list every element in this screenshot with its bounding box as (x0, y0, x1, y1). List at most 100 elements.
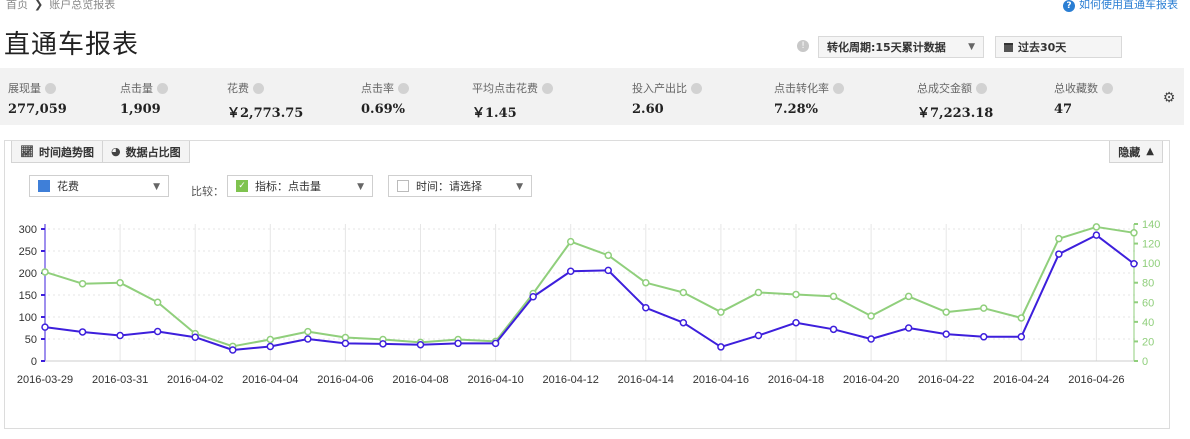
x-tick-label: 2016-04-16 (693, 374, 749, 386)
metric-label: 点击转化率 (774, 80, 909, 96)
conversion-period-select[interactable]: 转化周期:15天累计数据 ▼ (818, 36, 984, 58)
y-left-tick-label: 250 (19, 246, 37, 258)
help-icon[interactable] (833, 82, 844, 94)
x-tick-label: 2016-04-06 (317, 374, 373, 386)
data-point-clicks (717, 308, 725, 316)
metric-clicks[interactable]: 点击量 1,909 (112, 68, 219, 125)
help-icon[interactable] (976, 82, 987, 94)
data-point-cost (792, 318, 800, 327)
help-icon[interactable] (1102, 82, 1113, 94)
metric-total-sales[interactable]: 总成交金额 ￥7,223.18 (909, 68, 1046, 125)
metric-value: 277,059 (8, 102, 67, 117)
metric-label: 平均点击花费 (472, 80, 624, 96)
chevron-down-icon: ▼ (516, 182, 523, 192)
chevron-down-icon: ▼ (968, 42, 975, 52)
breadcrumb-home[interactable]: 首页 (6, 0, 28, 11)
help-icon[interactable] (398, 82, 409, 94)
data-point-cost (153, 327, 162, 336)
data-point-cost (1017, 333, 1026, 341)
metric-value: ￥7,223.18 (917, 106, 994, 121)
y-right-tick-label: 140 (1142, 219, 1160, 231)
data-point-cost (116, 331, 124, 340)
date-range-value: 过去30天 (1018, 41, 1067, 54)
data-point-clicks (116, 278, 124, 287)
data-point-clicks (942, 308, 950, 316)
data-point-clicks (266, 335, 275, 344)
metric-favorites[interactable]: 总收藏数 47 ⚙ (1046, 68, 1184, 125)
page-title: 直通车报表 (4, 30, 140, 60)
checkbox-checked-icon[interactable]: ✓ (236, 180, 248, 192)
data-point-cost (566, 267, 575, 275)
y-left-tick-label: 0 (31, 356, 37, 368)
series-color-swatch (38, 180, 50, 192)
data-point-cost (341, 339, 350, 348)
gear-icon[interactable]: ⚙ (1162, 91, 1176, 105)
help-link[interactable]: ? 如何使用直通车报表 (1063, 0, 1178, 12)
tab-time-trend[interactable]: 📈︎ 时间趋势图 (11, 141, 103, 163)
pie-chart-icon: ◕ (110, 145, 121, 158)
data-point-clicks (679, 288, 688, 297)
metric-conversion-rate[interactable]: 点击转化率 7.28% (766, 68, 909, 125)
hide-chart-button[interactable]: 隐藏 ▲ (1109, 141, 1163, 163)
checkbox-icon[interactable] (397, 180, 409, 192)
data-point-clicks (1092, 223, 1101, 231)
breadcrumb: 首页 ❯ 账户总览报表 (6, 0, 115, 11)
metric-value: 1,909 (120, 102, 161, 117)
metric-value: 0.69% (361, 102, 406, 117)
y-left-tick-label: 100 (19, 312, 37, 324)
metric-avg-cpc[interactable]: 平均点击花费 ￥1.45 (464, 68, 624, 125)
data-point-clicks (1130, 229, 1138, 237)
data-point-clicks (153, 298, 162, 307)
x-tick-label: 2016-04-20 (843, 374, 899, 386)
info-icon[interactable]: ! (797, 40, 809, 52)
metric-roi[interactable]: 投入产出比 2.60 (624, 68, 766, 125)
breadcrumb-separator: ❯ (34, 0, 44, 11)
metric-impressions[interactable]: 展现量 277,059 (0, 68, 112, 125)
data-point-clicks (604, 251, 612, 260)
metric-value: 7.28% (774, 102, 819, 117)
data-point-cost (529, 293, 537, 301)
series-line-clicks (44, 225, 1135, 348)
data-point-clicks (867, 312, 875, 320)
metric-value: 2.60 (632, 102, 664, 117)
x-tick-label: 2016-04-26 (1068, 374, 1124, 386)
metric-label: 投入产出比 (632, 80, 766, 96)
x-tick-label: 2016-04-24 (993, 374, 1049, 386)
data-point-cost (679, 318, 688, 327)
data-point-cost (980, 333, 988, 341)
data-point-clicks (41, 268, 49, 276)
x-tick-label: 2016-03-29 (17, 374, 73, 386)
compare-metric-select[interactable]: ✓ 指标：点击量 ▼ (227, 175, 373, 197)
x-tick-label: 2016-04-04 (242, 374, 298, 386)
compare-time-select[interactable]: 时间：请选择 ▼ (388, 175, 532, 197)
data-point-cost (78, 328, 87, 336)
x-tick-label: 2016-04-02 (167, 374, 223, 386)
data-point-cost (454, 339, 462, 348)
conversion-period-value: 转化周期:15天累计数据 (827, 41, 946, 54)
tab-data-share[interactable]: ◕ 数据占比图 (102, 141, 190, 163)
metric-select[interactable]: 花费 ▼ (29, 175, 169, 197)
metric-cost[interactable]: 花费 ￥2,773.75 (219, 68, 353, 125)
calendar-icon (1004, 42, 1013, 52)
metric-ctr[interactable]: 点击率 0.69% (353, 68, 464, 125)
date-range-button[interactable]: 过去30天 (995, 36, 1122, 58)
help-icon[interactable] (45, 82, 56, 94)
help-icon[interactable] (157, 82, 168, 94)
chevron-down-icon: ▼ (357, 182, 364, 192)
data-point-clicks (642, 278, 650, 287)
data-point-cost (1130, 260, 1138, 268)
x-tick-label: 2016-03-31 (92, 374, 148, 386)
metric-label: 花费 (227, 80, 353, 96)
y-right-tick-label: 100 (1142, 258, 1160, 270)
question-icon: ? (1063, 0, 1075, 12)
y-right-tick-label: 0 (1142, 356, 1148, 368)
help-icon[interactable] (542, 82, 553, 94)
metric-label: 总成交金额 (917, 80, 1046, 96)
help-icon[interactable] (691, 82, 702, 94)
help-icon[interactable] (253, 82, 264, 94)
metrics-bar: 展现量 277,059 点击量 1,909 花费 ￥2,773.75 点击率 0… (0, 68, 1184, 125)
data-point-clicks (904, 292, 913, 301)
x-tick-label: 2016-04-10 (467, 374, 523, 386)
compare-label: 比较： (191, 185, 224, 198)
metric-label: 点击率 (361, 80, 464, 96)
